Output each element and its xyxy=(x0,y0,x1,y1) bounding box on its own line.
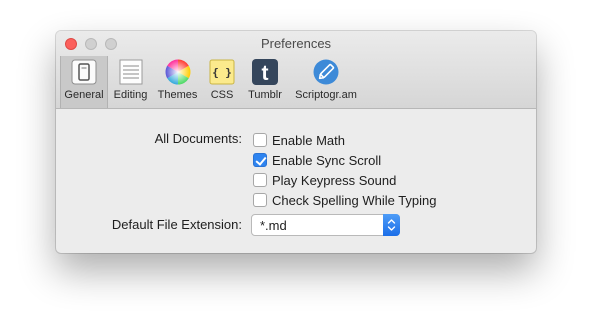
chevron-up-down-icon[interactable] xyxy=(383,214,400,236)
tab-general[interactable]: General xyxy=(60,56,108,108)
svg-text:{ }: { } xyxy=(212,66,232,79)
enable-math-label[interactable]: Enable Math xyxy=(272,133,345,148)
general-pane: All Documents: Enable Math Enable Sync S… xyxy=(56,109,536,253)
themes-icon xyxy=(165,59,190,85)
editing-icon xyxy=(119,59,142,85)
default-file-extension-value: *.md xyxy=(260,218,287,233)
tab-scriptogram-label: Scriptogr.am xyxy=(295,89,357,101)
tab-css[interactable]: { } CSS xyxy=(202,56,242,108)
tab-editing-label: Editing xyxy=(113,89,148,101)
enable-math-checkbox[interactable] xyxy=(253,133,267,147)
tab-scriptogram[interactable]: Scriptogr.am xyxy=(288,56,364,108)
tab-themes[interactable]: Themes xyxy=(153,56,202,108)
general-icon xyxy=(71,59,97,85)
preference-tabs: General Editing Themes {} CSS t Tumblr … xyxy=(60,56,364,108)
scriptogram-icon xyxy=(313,59,339,85)
tab-themes-label: Themes xyxy=(157,89,198,101)
play-keypress-sound-option[interactable]: Play Keypress Sound xyxy=(253,172,396,188)
default-file-extension-select[interactable]: *.md xyxy=(251,214,400,236)
toolbar: Preferences General Editing Themes {} C… xyxy=(56,31,536,109)
tumblr-icon: t xyxy=(252,59,278,85)
enable-sync-scroll-label[interactable]: Enable Sync Scroll xyxy=(272,153,381,168)
tab-tumblr[interactable]: t Tumblr xyxy=(242,56,288,108)
tab-css-label: CSS xyxy=(210,89,234,101)
tab-editing[interactable]: Editing xyxy=(108,56,153,108)
all-documents-label: All Documents: xyxy=(154,131,242,146)
check-spelling-label[interactable]: Check Spelling While Typing xyxy=(272,193,437,208)
window-title: Preferences xyxy=(260,36,332,51)
check-spelling-option[interactable]: Check Spelling While Typing xyxy=(253,192,437,208)
preferences-window: Preferences General Editing Themes {} C… xyxy=(56,31,536,253)
tab-general-label: General xyxy=(64,89,104,101)
enable-math-option[interactable]: Enable Math xyxy=(253,132,345,148)
enable-sync-scroll-option[interactable]: Enable Sync Scroll xyxy=(253,152,381,168)
play-keypress-sound-label[interactable]: Play Keypress Sound xyxy=(272,173,396,188)
css-icon: { } xyxy=(209,59,235,85)
tab-tumblr-label: Tumblr xyxy=(248,89,282,101)
play-keypress-sound-checkbox[interactable] xyxy=(253,173,267,187)
default-file-extension-label: Default File Extension: xyxy=(111,217,242,232)
check-spelling-checkbox[interactable] xyxy=(253,193,267,207)
svg-text:t: t xyxy=(262,62,269,85)
enable-sync-scroll-checkbox[interactable] xyxy=(253,153,267,167)
